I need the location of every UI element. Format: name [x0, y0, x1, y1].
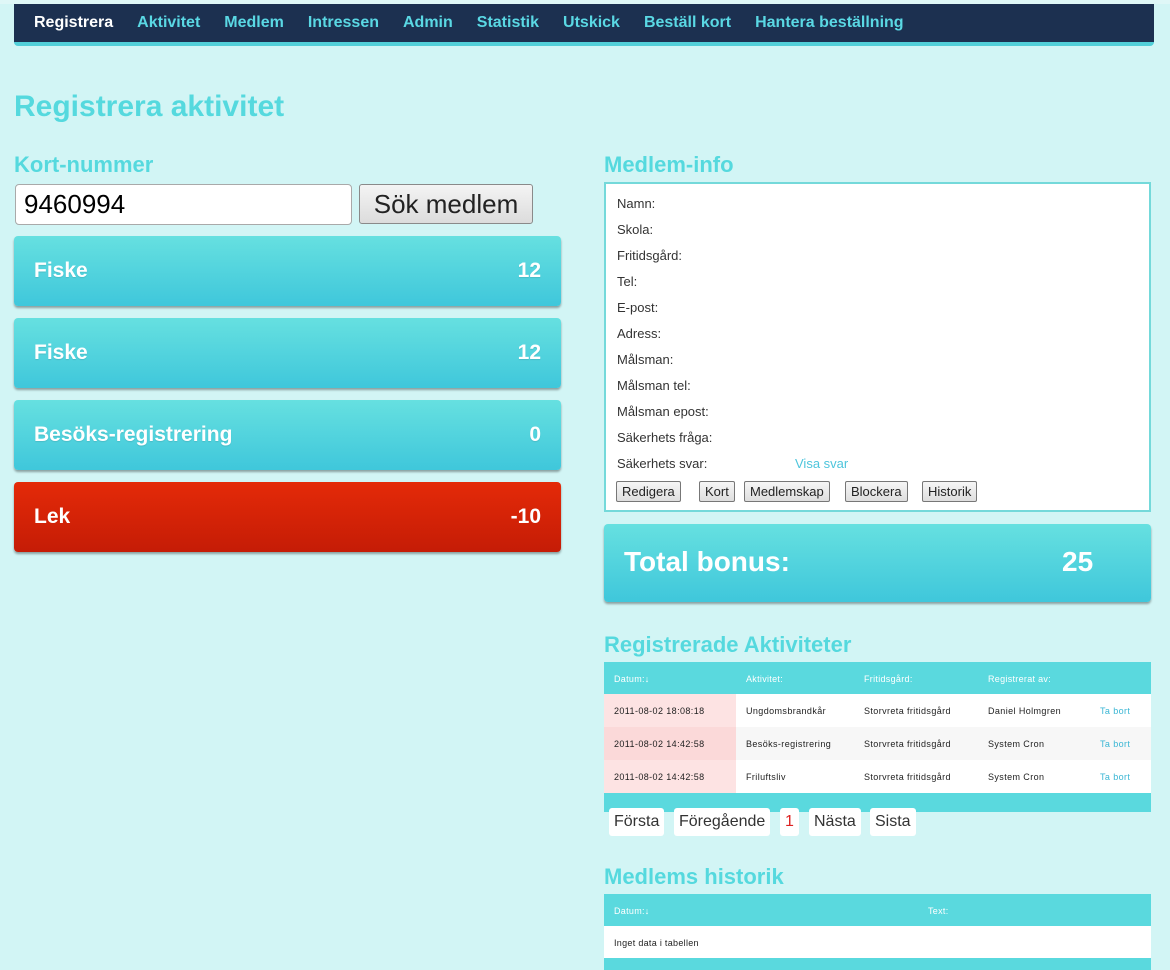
- field-label-skola: Skola:: [617, 222, 654, 237]
- history-button[interactable]: Historik: [922, 481, 978, 502]
- edit-button[interactable]: Redigera: [616, 481, 681, 502]
- cell-center: Storvreta fritidsgård: [864, 706, 951, 716]
- nav-medlem[interactable]: Medlem: [224, 14, 284, 32]
- cell-activity: Ungdomsbrandkår: [746, 706, 827, 716]
- activity-points: 12: [517, 341, 541, 364]
- remove-link[interactable]: Ta bort: [1100, 739, 1130, 749]
- search-member-button[interactable]: Sök medlem: [359, 184, 533, 224]
- activity-name: Lek: [34, 505, 71, 528]
- show-answer-link[interactable]: Visa svar: [795, 456, 848, 471]
- field-label-namn: Namn:: [617, 196, 656, 211]
- table-row: 2011-08-02 18:08:18 Ungdomsbrandkår Stor…: [604, 694, 1151, 727]
- pager-next-button[interactable]: Nästa: [809, 808, 861, 836]
- activity-button-fiske[interactable]: Fiske 12: [14, 236, 561, 306]
- activity-name: Besöks-registrering: [34, 423, 233, 446]
- nav-registrera[interactable]: Registrera: [34, 14, 113, 32]
- card-number-heading: Kort-nummer: [14, 152, 154, 177]
- pager-previous-button[interactable]: Föregående: [674, 808, 771, 836]
- table-row: 2011-08-02 14:42:58 Besöks-registrering …: [604, 727, 1151, 760]
- nav-utskick[interactable]: Utskick: [563, 14, 620, 32]
- pager-first-button[interactable]: Första: [609, 808, 665, 836]
- column-header-date[interactable]: Datum:↓: [614, 674, 650, 684]
- cell-registered-by: Daniel Holmgren: [988, 706, 1062, 716]
- history-table-footer: [604, 958, 1151, 970]
- cell-center: Storvreta fritidsgård: [864, 739, 951, 749]
- nav-bestall-kort[interactable]: Beställ kort: [644, 14, 731, 32]
- cell-date: 2011-08-02 14:42:58: [604, 727, 736, 760]
- nav-aktivitet[interactable]: Aktivitet: [137, 14, 200, 32]
- activity-points: -10: [510, 505, 541, 528]
- pager-current-page[interactable]: 1: [780, 808, 799, 836]
- nav-admin[interactable]: Admin: [403, 14, 453, 32]
- field-label-malsman: Målsman:: [617, 352, 674, 367]
- total-bonus-label: Total bonus:: [624, 546, 790, 577]
- history-empty-row: Inget data i tabellen: [604, 926, 1151, 958]
- field-label-malsman-tel: Målsman tel:: [617, 378, 691, 393]
- nav-statistik[interactable]: Statistik: [477, 14, 539, 32]
- field-label-tel: Tel:: [617, 274, 638, 289]
- member-info-heading: Medlem-info: [604, 152, 734, 177]
- cell-activity: Friluftsliv: [746, 772, 786, 782]
- cell-activity: Besöks-registrering: [746, 739, 832, 749]
- member-info-panel: Namn: Skola: Fritidsgård: Tel: E-post: A…: [604, 182, 1151, 512]
- activity-name: Fiske: [34, 341, 88, 364]
- cell-date: 2011-08-02 18:08:18: [604, 694, 736, 727]
- activity-points: 0: [529, 423, 541, 446]
- registered-activities-heading: Registrerade Aktiviteter: [604, 632, 852, 657]
- cell-registered-by: System Cron: [988, 772, 1045, 782]
- remove-link[interactable]: Ta bort: [1100, 706, 1130, 716]
- field-label-sakerhets-fraga: Säkerhets fråga:: [617, 430, 713, 445]
- column-header-activity[interactable]: Aktivitet:: [746, 674, 783, 684]
- pager-last-button[interactable]: Sista: [870, 808, 916, 836]
- table-row: 2011-08-02 14:42:58 Friluftsliv Storvret…: [604, 760, 1151, 793]
- nav-intressen[interactable]: Intressen: [308, 14, 379, 32]
- block-button[interactable]: Blockera: [845, 481, 908, 502]
- column-header-center[interactable]: Fritidsgård:: [864, 674, 913, 684]
- column-header-text[interactable]: Text:: [928, 906, 949, 916]
- registered-table-header: Datum:↓ Aktivitet: Fritidsgård: Registre…: [604, 662, 1151, 694]
- activity-button-besoks-registrering[interactable]: Besöks-registrering 0: [14, 400, 561, 470]
- history-table-header: Datum:↓ Text:: [604, 894, 1151, 926]
- column-header-date[interactable]: Datum:↓: [614, 906, 650, 916]
- remove-link[interactable]: Ta bort: [1100, 772, 1130, 782]
- cell-date: 2011-08-02 14:42:58: [604, 760, 736, 793]
- field-label-fritidsgard: Fritidsgård:: [617, 248, 683, 263]
- total-bonus-panel: Total bonus: 25: [604, 524, 1151, 602]
- activity-points: 12: [517, 259, 541, 282]
- cell-center: Storvreta fritidsgård: [864, 772, 951, 782]
- nav-hantera-bestallning[interactable]: Hantera beställning: [755, 14, 903, 32]
- membership-button[interactable]: Medlemskap: [744, 481, 830, 502]
- activity-name: Fiske: [34, 259, 88, 282]
- page-title: Registrera aktivitet: [14, 90, 285, 123]
- card-number-input[interactable]: [15, 184, 352, 225]
- member-history-heading: Medlems historik: [604, 864, 784, 889]
- activity-button-lek[interactable]: Lek -10: [14, 482, 561, 552]
- cell-registered-by: System Cron: [988, 739, 1045, 749]
- card-button[interactable]: Kort: [699, 481, 735, 502]
- field-label-malsman-epost: Målsman epost:: [617, 404, 709, 419]
- column-header-registered-by[interactable]: Registrerat av:: [988, 674, 1051, 684]
- main-navbar: Registrera Aktivitet Medlem Intressen Ad…: [14, 4, 1154, 46]
- field-label-adress: Adress:: [617, 326, 662, 341]
- total-bonus-value: 25: [1062, 546, 1094, 577]
- activity-button-fiske-2[interactable]: Fiske 12: [14, 318, 561, 388]
- field-label-epost: E-post:: [617, 300, 659, 315]
- field-label-sakerhets-svar: Säkerhets svar:: [617, 456, 708, 471]
